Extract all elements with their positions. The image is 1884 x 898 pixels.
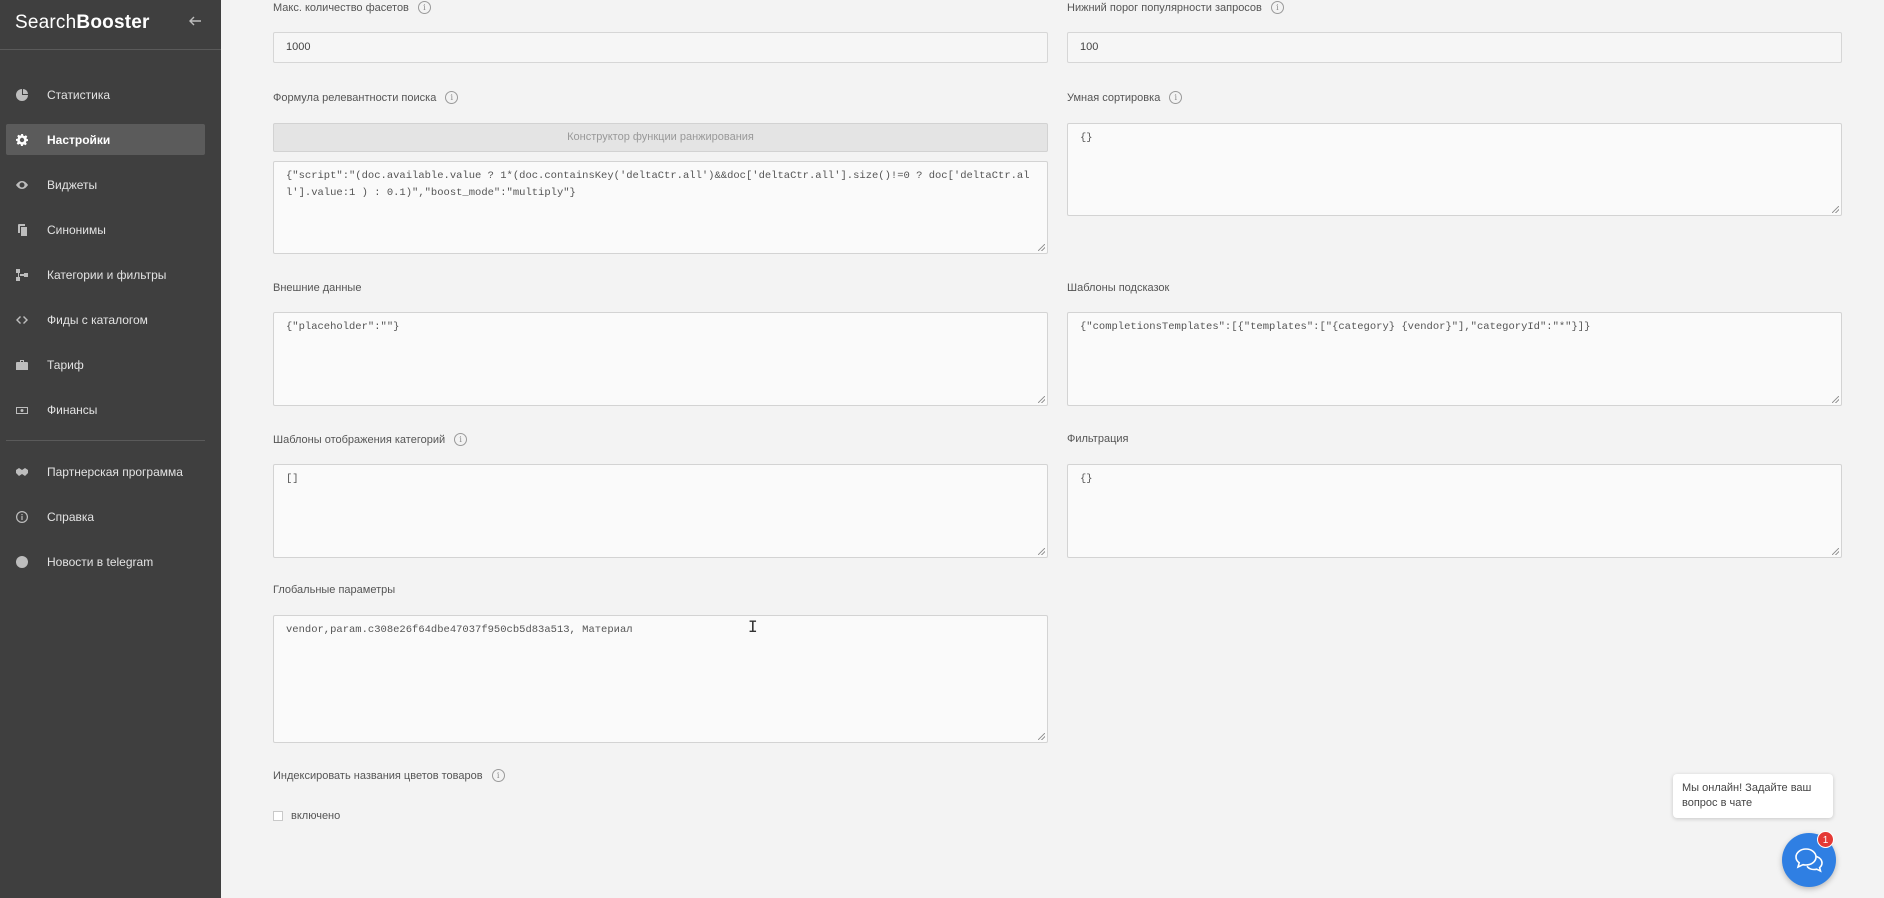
copy-icon bbox=[15, 223, 29, 237]
external-data-label-text: Внешние данные bbox=[273, 282, 362, 294]
sidebar-item-label: Категории и фильтры bbox=[47, 267, 167, 282]
sidebar-item-tariff[interactable]: Тариф bbox=[6, 349, 205, 380]
info-icon[interactable]: i bbox=[1270, 1, 1284, 14]
suggest-templates-textarea[interactable]: {"completionsTemplates":[{"templates":["… bbox=[1067, 312, 1842, 406]
smart-sort-label-text: Умная сортировка bbox=[1067, 91, 1161, 104]
suggest-templates-label: Шаблоны подсказок bbox=[1067, 282, 1169, 294]
briefcase-icon bbox=[15, 358, 29, 372]
global-params-label: Глобальные параметры bbox=[273, 584, 395, 596]
sidebar-item-label: Партнерская программа bbox=[47, 464, 183, 479]
sidebar-item-finance[interactable]: Финансы bbox=[6, 394, 205, 425]
sidebar-item-settings[interactable]: Настройки bbox=[6, 124, 205, 155]
text-cursor: I bbox=[748, 617, 758, 636]
sidebar-item-label: Фиды с каталогом bbox=[47, 312, 148, 327]
telegram-icon bbox=[15, 555, 29, 569]
smart-sort-textarea[interactable]: {} bbox=[1067, 123, 1842, 216]
relevance-formula-textarea[interactable]: {"script":"(doc.available.value ? 1*(doc… bbox=[273, 161, 1048, 254]
collapse-sidebar-button[interactable] bbox=[186, 14, 204, 32]
chat-unread-badge: 1 bbox=[1817, 831, 1834, 848]
chart-pie-icon bbox=[15, 88, 29, 102]
sidebar-item-help[interactable]: Справка bbox=[6, 501, 205, 532]
info-icon[interactable]: i bbox=[454, 433, 468, 446]
sidebar-item-categories[interactable]: Категории и фильтры bbox=[6, 259, 205, 290]
sidebar-item-widgets[interactable]: Виджеты bbox=[6, 169, 205, 200]
info-icon[interactable]: i bbox=[1169, 91, 1183, 104]
info-icon[interactable]: i bbox=[445, 91, 459, 104]
min-popularity-label: Нижний порог популярности запросов i bbox=[1067, 1, 1284, 14]
global-params-label-text: Глобальные параметры bbox=[273, 584, 396, 596]
handshake-icon bbox=[15, 465, 29, 479]
info-icon[interactable]: i bbox=[491, 769, 505, 782]
sitemap-icon bbox=[15, 268, 29, 282]
filtering-textarea[interactable]: {} bbox=[1067, 464, 1842, 558]
sidebar-nav-secondary: Партнерская программа Справка Новости в … bbox=[6, 456, 205, 591]
suggest-templates-label-text: Шаблоны подсказок bbox=[1067, 282, 1170, 294]
sidebar-item-telegram[interactable]: Новости в telegram bbox=[6, 546, 205, 577]
min-popularity-input[interactable]: 100 bbox=[1067, 32, 1842, 63]
sidebar-item-label: Синонимы bbox=[47, 222, 106, 237]
relevance-formula-label: Формула релевантности поиска i bbox=[273, 91, 459, 104]
gear-icon bbox=[15, 133, 29, 147]
index-color-names-label-text: Индексировать названия цветов товаров bbox=[273, 769, 483, 782]
sidebar-item-partner[interactable]: Партнерская программа bbox=[6, 456, 205, 487]
sidebar-item-statistics[interactable]: Статистика bbox=[6, 79, 205, 110]
external-data-textarea[interactable]: {"placeholder":""} bbox=[273, 312, 1048, 406]
sidebar-nav-primary: Статистика Настройки Виджеты Синонимы Ка… bbox=[6, 79, 205, 439]
checkbox-label: включено bbox=[291, 810, 341, 822]
smart-sort-label: Умная сортировка i bbox=[1067, 91, 1183, 104]
chat-bubbles-icon bbox=[1795, 848, 1823, 873]
min-popularity-label-text: Нижний порог популярности запросов bbox=[1067, 1, 1262, 14]
filtering-label: Фильтрация bbox=[1067, 433, 1128, 445]
global-params-textarea[interactable]: vendor,param.c308e26f64dbe47037f950cb5d8… bbox=[273, 615, 1048, 743]
category-display-templates-textarea[interactable]: [] bbox=[273, 464, 1048, 558]
ranking-constructor-button[interactable]: Конструктор функции ранжирования bbox=[273, 123, 1048, 152]
category-display-templates-label-text: Шаблоны отображения категорий bbox=[273, 433, 446, 446]
relevance-formula-label-text: Формула релевантности поиска bbox=[273, 91, 437, 104]
sidebar-item-label: Виджеты bbox=[47, 177, 98, 192]
chat-prompt-bubble[interactable]: Мы онлайн! Задайте ваш вопрос в чате bbox=[1673, 774, 1833, 818]
category-display-templates-label: Шаблоны отображения категорий i bbox=[273, 433, 468, 446]
brand-regular: Search bbox=[15, 12, 77, 33]
chat-prompt-text: Мы онлайн! Задайте ваш вопрос в чате bbox=[1682, 782, 1812, 809]
external-data-label: Внешние данные bbox=[273, 282, 361, 294]
sidebar-item-label: Настройки bbox=[47, 132, 111, 147]
max-facets-input[interactable]: 1000 bbox=[273, 32, 1048, 63]
brand-bold: Booster bbox=[76, 12, 150, 33]
sidebar-divider-top bbox=[0, 49, 221, 50]
max-facets-label-text: Макс. количество фасетов bbox=[273, 1, 409, 14]
index-color-names-checkbox-row[interactable]: включено bbox=[273, 810, 340, 822]
money-icon bbox=[15, 403, 29, 417]
sidebar-item-label: Новости в telegram bbox=[47, 554, 154, 569]
sidebar-item-synonyms[interactable]: Синонимы bbox=[6, 214, 205, 245]
max-facets-label: Макс. количество фасетов i bbox=[273, 1, 431, 14]
arrow-left-icon bbox=[189, 16, 201, 26]
code-icon bbox=[15, 313, 29, 327]
settings-main: Макс. количество фасетов i 1000 Нижний п… bbox=[221, 0, 1884, 898]
sidebar-divider-middle bbox=[6, 440, 205, 441]
filtering-label-text: Фильтрация bbox=[1067, 433, 1129, 445]
sidebar-item-label: Статистика bbox=[47, 87, 111, 102]
index-color-names-checkbox[interactable] bbox=[273, 811, 283, 821]
eye-icon bbox=[15, 178, 29, 192]
sidebar-item-feeds[interactable]: Фиды с каталогом bbox=[6, 304, 205, 335]
brand-logo[interactable]: SearchBooster bbox=[15, 12, 150, 34]
info-icon[interactable]: i bbox=[417, 1, 431, 14]
sidebar-item-label: Тариф bbox=[47, 357, 84, 372]
sidebar-item-label: Финансы bbox=[47, 402, 98, 417]
sidebar: SearchBooster Статистика Настройки Видже… bbox=[0, 0, 221, 898]
info-circle-icon bbox=[15, 510, 29, 524]
sidebar-item-label: Справка bbox=[47, 509, 95, 524]
index-color-names-label: Индексировать названия цветов товаров i bbox=[273, 769, 505, 782]
